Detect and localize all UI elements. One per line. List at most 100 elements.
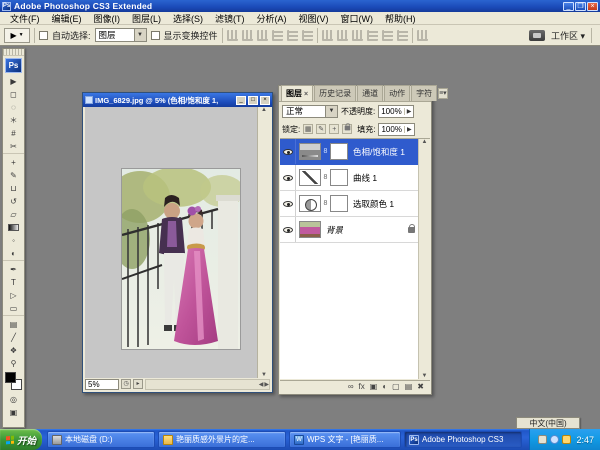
move-tool[interactable]: ▶ bbox=[3, 75, 24, 88]
crop-tool[interactable]: # bbox=[3, 127, 24, 140]
layer-row-selective-color[interactable]: 8 选取颜色 1 bbox=[280, 191, 430, 217]
menu-window[interactable]: 窗口(W) bbox=[335, 12, 380, 25]
task-wps[interactable]: W WPS 文字 - [艳丽质... bbox=[289, 431, 401, 448]
menu-help[interactable]: 帮助(H) bbox=[379, 12, 422, 25]
tab-close-icon[interactable]: × bbox=[304, 91, 308, 98]
layer-row-background[interactable]: 背景 bbox=[280, 217, 430, 243]
doc-info-icon[interactable]: ◷ bbox=[121, 379, 131, 389]
tab-layers[interactable]: 图层× bbox=[281, 85, 313, 101]
slice-tool[interactable]: ✂ bbox=[3, 140, 24, 153]
layer-name[interactable]: 背景 bbox=[326, 224, 343, 236]
layer-mask-thumbnail[interactable] bbox=[330, 169, 348, 186]
go-to-bridge-icon[interactable] bbox=[529, 30, 545, 41]
workspace-button[interactable]: 工作区 ▾ bbox=[551, 29, 585, 42]
dodge-tool[interactable]: ◐ bbox=[3, 247, 24, 260]
tray-volume-icon[interactable] bbox=[562, 435, 571, 444]
visibility-cell[interactable] bbox=[280, 191, 296, 216]
new-group-icon[interactable]: ▢ bbox=[392, 381, 400, 393]
eraser-tool[interactable]: ▱ bbox=[3, 208, 24, 221]
doc-minimize-button[interactable]: _ bbox=[236, 96, 246, 105]
type-tool[interactable]: T bbox=[3, 276, 24, 289]
align-top-icon[interactable] bbox=[227, 30, 238, 41]
layer-mask-thumbnail[interactable] bbox=[330, 143, 348, 160]
close-button[interactable]: × bbox=[587, 2, 598, 11]
eyedropper-tool[interactable]: ╱ bbox=[3, 331, 24, 344]
blur-tool[interactable]: ◦ bbox=[3, 234, 24, 247]
auto-align-icon[interactable] bbox=[417, 30, 428, 41]
adjustment-layer-icon[interactable]: ◐ bbox=[382, 381, 387, 393]
lock-paint-icon[interactable]: ✎ bbox=[316, 124, 326, 134]
foreground-color-swatch[interactable] bbox=[5, 372, 16, 383]
scroll-up-icon[interactable]: ▲ bbox=[422, 139, 428, 145]
add-mask-icon[interactable]: ▣ bbox=[370, 381, 378, 393]
lasso-tool[interactable]: ◌ bbox=[3, 101, 24, 114]
doc-close-button[interactable]: × bbox=[260, 96, 270, 105]
background-thumbnail[interactable] bbox=[299, 221, 321, 238]
layer-name[interactable]: 曲线 1 bbox=[353, 172, 377, 184]
magic-wand-tool[interactable]: ＊ bbox=[3, 114, 24, 127]
selective-color-thumbnail[interactable] bbox=[299, 195, 321, 212]
hue-saturation-thumbnail[interactable] bbox=[299, 143, 321, 160]
layer-list-scrollbar[interactable]: ▲ ▼ bbox=[418, 139, 430, 379]
status-flyout-icon[interactable]: ▸ bbox=[133, 379, 143, 389]
menu-layer[interactable]: 图层(L) bbox=[126, 12, 167, 25]
tab-channels[interactable]: 通道 bbox=[357, 85, 383, 101]
distribute-hcenter-icon[interactable] bbox=[382, 30, 393, 41]
auto-select-checkbox[interactable] bbox=[39, 31, 48, 40]
auto-select-dropdown[interactable]: 图层 ▼ bbox=[95, 28, 147, 42]
menu-edit[interactable]: 编辑(E) bbox=[46, 12, 88, 25]
blend-mode-dropdown[interactable]: 正常 ▼ bbox=[282, 105, 338, 118]
doc-maximize-button[interactable]: □ bbox=[248, 96, 258, 105]
menu-image[interactable]: 图像(I) bbox=[88, 12, 127, 25]
new-layer-icon[interactable]: ▤ bbox=[405, 381, 413, 393]
brush-tool[interactable]: ✎ bbox=[3, 169, 24, 182]
visibility-cell[interactable] bbox=[280, 217, 296, 242]
quick-mask-button[interactable]: ◎ bbox=[3, 393, 24, 406]
restore-button[interactable]: ❐ bbox=[575, 2, 586, 11]
tool-preset-button[interactable]: ▶▼ bbox=[4, 28, 30, 43]
doc-horizontal-scrollbar[interactable]: ◀ ▶ bbox=[145, 379, 270, 390]
panel-menu-icon[interactable]: ≡▾ bbox=[438, 88, 448, 99]
tab-actions[interactable]: 动作 bbox=[384, 85, 410, 101]
visibility-cell[interactable] bbox=[280, 165, 296, 190]
tab-character[interactable]: 字符 bbox=[411, 85, 437, 101]
align-hcenter-icon[interactable] bbox=[287, 30, 298, 41]
task-folder[interactable]: 艳丽质感外景片的定... bbox=[158, 431, 286, 448]
gradient-tool[interactable] bbox=[3, 221, 24, 234]
pen-tool[interactable]: ✒ bbox=[3, 263, 24, 276]
align-left-icon[interactable] bbox=[272, 30, 283, 41]
fill-field[interactable]: 100% ▶ bbox=[378, 123, 414, 136]
language-bar[interactable]: 中文(中国) bbox=[516, 417, 580, 429]
lock-position-icon[interactable]: + bbox=[329, 124, 339, 134]
menu-file[interactable]: 文件(F) bbox=[4, 12, 46, 25]
fill-arrow-icon[interactable]: ▶ bbox=[404, 126, 412, 133]
screen-mode-button[interactable]: ▣ bbox=[3, 406, 24, 419]
distribute-vcenter-icon[interactable] bbox=[337, 30, 348, 41]
layer-name[interactable]: 色相/饱和度 1 bbox=[353, 146, 405, 158]
scroll-left-icon[interactable]: ◀ bbox=[259, 381, 264, 388]
path-selection-tool[interactable]: ▷ bbox=[3, 289, 24, 302]
delete-layer-icon[interactable]: ✖ bbox=[417, 381, 424, 393]
notes-tool[interactable]: ▤ bbox=[3, 318, 24, 331]
opacity-arrow-icon[interactable]: ▶ bbox=[404, 108, 412, 115]
menu-analysis[interactable]: 分析(A) bbox=[251, 12, 293, 25]
tab-history[interactable]: 历史记录 bbox=[314, 85, 356, 101]
opacity-field[interactable]: 100% ▶ bbox=[378, 105, 414, 118]
curves-thumbnail[interactable] bbox=[299, 169, 321, 186]
marquee-tool[interactable]: ◻ bbox=[3, 88, 24, 101]
visibility-cell[interactable] bbox=[280, 139, 296, 164]
tray-network-icon[interactable] bbox=[550, 435, 559, 444]
start-button[interactable]: 开始 bbox=[0, 429, 42, 450]
lock-transparency-icon[interactable]: ▦ bbox=[303, 124, 313, 134]
distribute-left-icon[interactable] bbox=[367, 30, 378, 41]
menu-select[interactable]: 选择(S) bbox=[167, 12, 209, 25]
shape-tool[interactable]: ▭ bbox=[3, 302, 24, 315]
hand-tool[interactable]: ❖ bbox=[3, 344, 24, 357]
menu-view[interactable]: 视图(V) bbox=[293, 12, 335, 25]
scroll-down-icon[interactable]: ▼ bbox=[422, 373, 428, 379]
link-layers-icon[interactable]: ∞ bbox=[348, 381, 354, 393]
layer-row-curves[interactable]: 8 曲线 1 bbox=[280, 165, 430, 191]
distribute-right-icon[interactable] bbox=[397, 30, 408, 41]
scroll-right-icon[interactable]: ▶ bbox=[264, 381, 269, 388]
show-transform-checkbox[interactable] bbox=[151, 31, 160, 40]
